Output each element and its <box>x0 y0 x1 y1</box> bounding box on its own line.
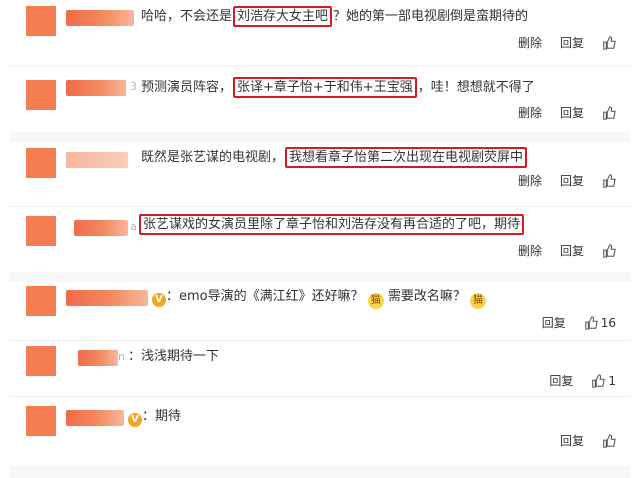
comment-text-part: 哈哈，不会还是 <box>141 9 233 24</box>
reply-button[interactable]: 回复 <box>560 172 584 189</box>
like-button[interactable] <box>602 35 616 50</box>
footer-band <box>10 466 630 478</box>
comment-actions: 删除 回复 <box>518 242 616 259</box>
avatar[interactable] <box>26 406 56 436</box>
delete-button[interactable]: 删除 <box>518 104 542 121</box>
comment-actions: 删除 回复 <box>518 104 616 121</box>
avatar[interactable] <box>26 6 56 36</box>
username-redacted[interactable] <box>66 152 128 168</box>
comment-item: 3 预测演员阵容， 张译+章子怡+于和伟+王宝强 ，哇！想想就不得了 删除 回复 <box>10 66 630 132</box>
comment-item: 哈哈，不会还是 刘浩存大女主吧 ？她的第一部电视剧倒是蛮期待的 删除 回复 <box>10 0 630 66</box>
verified-badge-icon: V <box>128 413 142 427</box>
comment-text-part: 预测演员阵容， <box>141 80 233 95</box>
thumbs-up-icon <box>603 173 616 188</box>
thumbs-up-icon <box>603 105 616 120</box>
comment-text: V ：期待 <box>128 408 181 427</box>
comment-text-part: ，哇！想想就不得了 <box>417 80 535 95</box>
reply-button[interactable]: 回复 <box>560 432 584 449</box>
delete-button[interactable]: 删除 <box>518 34 542 51</box>
comment-item: 既然是张艺谋的电视剧， 我想看章子怡第二次出现在电视剧荧屏中 删除 回复 <box>10 142 630 206</box>
thumbs-up-icon <box>603 35 616 50</box>
highlighted-text: 我想看章子怡第二次出现在电视剧荧屏中 <box>285 147 528 168</box>
avatar[interactable] <box>26 216 56 246</box>
comment-list: 哈哈，不会还是 刘浩存大女主吧 ？她的第一部电视剧倒是蛮期待的 删除 回复 3 预测… <box>10 0 630 478</box>
thumbs-up-icon <box>603 243 616 258</box>
comment-text-part: ：浅浅期待一下 <box>128 349 220 364</box>
username-redacted[interactable] <box>74 220 128 236</box>
reply-button[interactable]: 回复 <box>560 34 584 51</box>
like-button[interactable] <box>602 243 616 258</box>
like-button[interactable]: 1 <box>591 374 616 388</box>
comment-item: a 张艺谋戏的女演员里除了章子怡和刘浩存没有再合适的了吧，期待 删除 回复 <box>10 206 630 272</box>
separator-band <box>10 272 630 282</box>
comment-item: n ：浅浅期待一下 回复 1 <box>10 340 630 396</box>
comment-text: 既然是张艺谋的电视剧， 我想看章子怡第二次出现在电视剧荧屏中 <box>141 147 528 168</box>
avatar[interactable] <box>26 346 56 376</box>
comment-text-part: ：emo导演的《满江红》还好嘛？ <box>166 289 364 304</box>
highlighted-text: 张艺谋戏的女演员里除了章子怡和刘浩存没有再合适的了吧，期待 <box>139 214 525 235</box>
avatar[interactable] <box>26 286 56 316</box>
thumbs-up-icon <box>592 373 606 388</box>
like-button[interactable] <box>602 173 616 188</box>
like-button[interactable] <box>602 105 616 120</box>
comment-text: V ：emo导演的《满江红》还好嘛？ 猫 需要改名嘛？ 猫 <box>152 288 487 309</box>
thumbs-up-icon <box>603 433 616 448</box>
cat-emoji-icon: 猫 <box>367 293 384 309</box>
comment-actions: 回复 <box>560 432 616 449</box>
comment-item: V ：期待 回复 <box>10 396 630 466</box>
like-count: 16 <box>600 315 616 330</box>
highlighted-text: 刘浩存大女主吧 <box>233 6 333 27</box>
reply-button[interactable]: 回复 <box>560 104 584 121</box>
comment-text-part: ？她的第一部电视剧倒是蛮期待的 <box>333 9 529 24</box>
username-redacted[interactable] <box>66 290 148 306</box>
cat-emoji-icon: 猫 <box>470 293 487 309</box>
username-fragment: a <box>130 220 137 233</box>
username-redacted[interactable] <box>66 10 134 26</box>
like-button[interactable]: 16 <box>584 316 616 330</box>
thumbs-up-icon <box>584 315 598 330</box>
comment-actions: 回复 16 <box>542 314 616 331</box>
avatar[interactable] <box>26 148 56 178</box>
comment-text-part: 需要改名嘛？ <box>383 289 466 304</box>
like-count: 1 <box>608 373 616 388</box>
reply-button[interactable]: 回复 <box>549 372 573 389</box>
username-redacted[interactable] <box>66 410 124 426</box>
comment-actions: 删除 回复 <box>518 34 616 51</box>
comment-actions: 回复 1 <box>549 372 616 389</box>
delete-button[interactable]: 删除 <box>518 242 542 259</box>
comment-item: V ：emo导演的《满江红》还好嘛？ 猫 需要改名嘛？ 猫 回复 16 <box>10 282 630 340</box>
like-button[interactable] <box>602 433 616 448</box>
comment-actions: 删除 回复 <box>518 172 616 189</box>
verified-badge-icon: V <box>152 293 166 307</box>
comment-text: 预测演员阵容， 张译+章子怡+于和伟+王宝强 ，哇！想想就不得了 <box>141 77 535 98</box>
separator-band <box>10 132 630 142</box>
username-redacted[interactable] <box>78 350 118 366</box>
comment-text: 哈哈，不会还是 刘浩存大女主吧 ？她的第一部电视剧倒是蛮期待的 <box>141 6 529 27</box>
username-fragment: 3 <box>130 80 137 93</box>
comment-text-part: ：期待 <box>142 409 182 424</box>
comment-text-part: 既然是张艺谋的电视剧， <box>141 150 285 165</box>
comment-text: ：浅浅期待一下 <box>128 348 219 366</box>
username-redacted[interactable] <box>66 80 126 96</box>
highlighted-text: 张译+章子怡+于和伟+王宝强 <box>233 77 417 98</box>
avatar[interactable] <box>26 80 56 110</box>
reply-button[interactable]: 回复 <box>542 314 566 331</box>
reply-button[interactable]: 回复 <box>560 242 584 259</box>
username-fragment: n <box>118 350 125 363</box>
comment-text: 张艺谋戏的女演员里除了章子怡和刘浩存没有再合适的了吧，期待 <box>138 214 525 235</box>
delete-button[interactable]: 删除 <box>518 172 542 189</box>
